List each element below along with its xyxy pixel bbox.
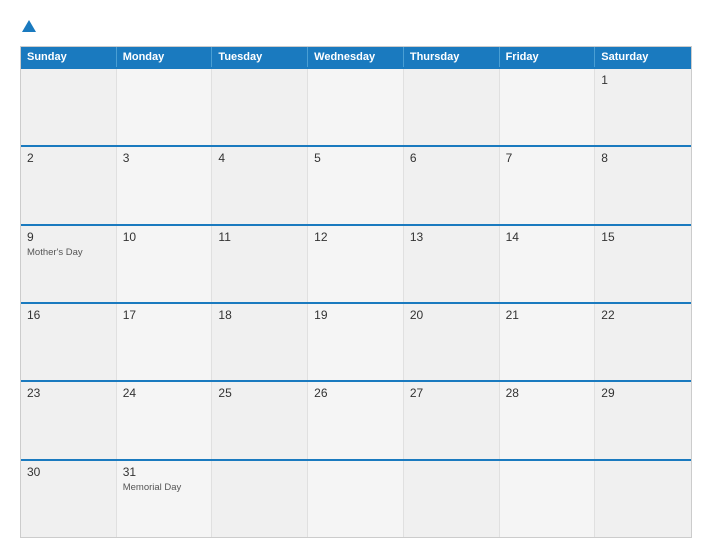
day-number: 31 — [123, 465, 206, 479]
calendar-cell: 21 — [500, 304, 596, 380]
calendar-cell: 6 — [404, 147, 500, 223]
calendar-cell — [595, 461, 691, 537]
calendar-week-2: 2345678 — [21, 145, 691, 223]
calendar-cell: 22 — [595, 304, 691, 380]
day-number: 17 — [123, 308, 206, 322]
calendar-cell — [21, 69, 117, 145]
day-header-tuesday: Tuesday — [212, 47, 308, 67]
calendar-cell: 16 — [21, 304, 117, 380]
day-number: 9 — [27, 230, 110, 244]
calendar-page: SundayMondayTuesdayWednesdayThursdayFrid… — [0, 0, 712, 550]
logo — [20, 18, 38, 36]
day-number: 2 — [27, 151, 110, 165]
calendar-cell: 13 — [404, 226, 500, 302]
day-header-saturday: Saturday — [595, 47, 691, 67]
day-number: 27 — [410, 386, 493, 400]
calendar-cell — [500, 461, 596, 537]
day-number: 12 — [314, 230, 397, 244]
calendar-week-4: 16 17 18 19 20 21 22 — [21, 302, 691, 380]
calendar-header-row: SundayMondayTuesdayWednesdayThursdayFrid… — [21, 47, 691, 67]
day-number: 7 — [506, 151, 589, 165]
day-header-monday: Monday — [117, 47, 213, 67]
day-number: 22 — [601, 308, 685, 322]
calendar-cell — [308, 461, 404, 537]
day-number: 26 — [314, 386, 397, 400]
day-header-wednesday: Wednesday — [308, 47, 404, 67]
calendar-cell — [212, 69, 308, 145]
calendar-cell: 2 — [21, 147, 117, 223]
day-number: 6 — [410, 151, 493, 165]
day-number: 23 — [27, 386, 110, 400]
day-number: 19 — [314, 308, 397, 322]
calendar-cell: 30 — [21, 461, 117, 537]
day-number: 15 — [601, 230, 685, 244]
calendar-week-1: 1 — [21, 67, 691, 145]
event-label: Mother's Day — [27, 247, 110, 258]
calendar-grid: SundayMondayTuesdayWednesdayThursdayFrid… — [20, 46, 692, 538]
calendar-cell: 4 — [212, 147, 308, 223]
calendar-week-5: 23 24 25 26 27 28 29 — [21, 380, 691, 458]
calendar-cell: 10 — [117, 226, 213, 302]
calendar-cell — [404, 461, 500, 537]
calendar-cell: 26 — [308, 382, 404, 458]
day-number: 11 — [218, 230, 301, 244]
calendar-cell: 7 — [500, 147, 596, 223]
day-number: 16 — [27, 308, 110, 322]
calendar-cell: 12 — [308, 226, 404, 302]
calendar-cell: 3 — [117, 147, 213, 223]
day-number: 10 — [123, 230, 206, 244]
day-number: 25 — [218, 386, 301, 400]
calendar-cell: 14 — [500, 226, 596, 302]
calendar-cell: 1 — [595, 69, 691, 145]
day-number: 24 — [123, 386, 206, 400]
calendar-cell: 27 — [404, 382, 500, 458]
calendar-cell — [404, 69, 500, 145]
day-number: 14 — [506, 230, 589, 244]
calendar-cell: 15 — [595, 226, 691, 302]
day-number: 28 — [506, 386, 589, 400]
day-header-thursday: Thursday — [404, 47, 500, 67]
calendar-week-6: 30 31 Memorial Day — [21, 459, 691, 537]
calendar-cell — [117, 69, 213, 145]
calendar-body: 123456789Mother's Day1011121314151617181… — [21, 67, 691, 537]
day-number: 1 — [601, 73, 685, 87]
day-number: 20 — [410, 308, 493, 322]
calendar-week-3: 9 Mother's Day 10 11 12 13 14 15 — [21, 224, 691, 302]
day-header-friday: Friday — [500, 47, 596, 67]
calendar-cell: 25 — [212, 382, 308, 458]
day-number: 8 — [601, 151, 685, 165]
calendar-cell: 5 — [308, 147, 404, 223]
calendar-cell: 19 — [308, 304, 404, 380]
logo-triangle-icon — [22, 20, 36, 32]
day-number: 5 — [314, 151, 397, 165]
calendar-cell: 23 — [21, 382, 117, 458]
calendar-cell: 29 — [595, 382, 691, 458]
day-number: 18 — [218, 308, 301, 322]
calendar-cell: 24 — [117, 382, 213, 458]
day-number: 4 — [218, 151, 301, 165]
calendar-cell — [500, 69, 596, 145]
calendar-cell: 17 — [117, 304, 213, 380]
calendar-cell: 8 — [595, 147, 691, 223]
calendar-cell: 31 Memorial Day — [117, 461, 213, 537]
calendar-header — [20, 18, 692, 36]
calendar-cell: 20 — [404, 304, 500, 380]
calendar-cell — [212, 461, 308, 537]
day-number: 30 — [27, 465, 110, 479]
calendar-cell: 11 — [212, 226, 308, 302]
event-label: Memorial Day — [123, 482, 206, 493]
day-number: 13 — [410, 230, 493, 244]
calendar-cell — [308, 69, 404, 145]
day-header-sunday: Sunday — [21, 47, 117, 67]
calendar-cell: 28 — [500, 382, 596, 458]
day-number: 3 — [123, 151, 206, 165]
calendar-cell: 9 Mother's Day — [21, 226, 117, 302]
day-number: 29 — [601, 386, 685, 400]
calendar-cell: 18 — [212, 304, 308, 380]
day-number: 21 — [506, 308, 589, 322]
